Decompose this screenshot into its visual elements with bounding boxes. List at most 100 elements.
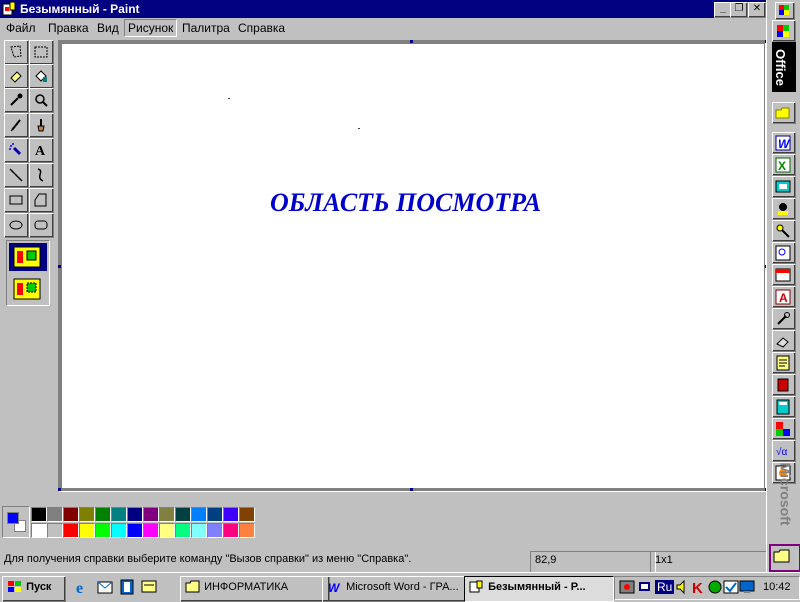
internet-explorer-icon[interactable]: e [74,578,92,596]
task-word[interactable]: W Microsoft Word - ГРА... [322,576,472,602]
office-home-button[interactable] [772,20,796,42]
palette-swatch[interactable] [63,523,79,538]
access-button[interactable]: A [772,286,796,308]
resize-handle[interactable] [410,488,413,491]
display-settings-icon[interactable] [739,579,755,595]
office-menu-button[interactable] [775,2,795,20]
foreground-color[interactable] [7,512,19,524]
palette-swatch[interactable] [79,507,95,522]
palette-swatch[interactable] [175,523,191,538]
palette-swatch[interactable] [223,507,239,522]
menu-view[interactable]: Вид [97,21,119,35]
palette-swatch[interactable] [239,507,255,522]
palette-swatch[interactable] [159,507,175,522]
powerpoint-button[interactable] [772,176,796,198]
word-button[interactable]: W [772,132,796,154]
tool-magnifier[interactable] [29,88,54,113]
resize-handle[interactable] [58,488,61,491]
palette-swatch[interactable] [95,507,111,522]
close-button[interactable]: ✕ [748,2,766,18]
palette-swatch[interactable] [143,523,159,538]
tool-brush[interactable] [29,113,54,138]
find-button[interactable] [772,242,796,264]
key-button[interactable] [772,220,796,242]
network-icon[interactable] [637,579,653,595]
tool-rectangle[interactable] [4,188,29,213]
palette-swatch[interactable] [31,507,47,522]
contacts-button[interactable] [772,198,796,220]
book-button[interactable] [772,374,796,396]
option-transparent[interactable] [9,275,47,303]
menu-help[interactable]: Справка [238,21,285,35]
excel-button[interactable]: X [772,154,796,176]
tool-pencil[interactable] [4,113,29,138]
open-document-button[interactable] [772,102,796,124]
start-button[interactable]: Пуск [2,576,66,602]
tool-ellipse[interactable] [4,213,29,238]
eraser-icon [10,71,22,83]
tool-fill[interactable] [29,64,54,89]
palette-swatch[interactable] [95,523,111,538]
palette-swatch[interactable] [159,523,175,538]
palette-swatch[interactable] [47,507,63,522]
palette-swatch[interactable] [111,523,127,538]
tool-rounded-rect[interactable] [29,213,54,238]
eraser-tool-button[interactable] [772,330,796,352]
task-informatika[interactable]: ИНФОРМАТИКА [180,576,330,602]
resize-handle[interactable] [410,40,413,43]
show-desktop-icon[interactable] [140,578,158,596]
tool-line[interactable] [4,163,29,188]
palette-swatch[interactable] [79,523,95,538]
task-scheduler-icon[interactable] [723,579,739,595]
tool-text[interactable]: A [29,138,54,163]
palette-swatch[interactable] [127,507,143,522]
palette-swatch[interactable] [127,523,143,538]
title-bar[interactable]: Безымянный - Paint _ ❐ ✕ [0,0,766,18]
language-indicator[interactable]: Ru [655,580,675,594]
calculator-button[interactable] [772,396,796,418]
palette-swatch[interactable] [191,523,207,538]
tool-color-picker[interactable] [4,88,29,113]
tool-curve[interactable] [29,163,54,188]
channels-icon[interactable] [118,578,136,596]
palette-swatch[interactable] [47,523,63,538]
menu-palette[interactable]: Палитра [182,21,230,35]
restore-button[interactable]: ❐ [730,2,748,18]
menu-edit[interactable]: Правка [48,21,89,35]
palette-swatch[interactable] [111,507,127,522]
tool-eraser[interactable] [4,64,29,89]
volume-icon[interactable] [675,579,691,595]
office-folder-button[interactable] [769,544,800,572]
equation-icon: √α [776,446,787,458]
palette-swatch[interactable] [63,507,79,522]
calendar-button[interactable] [772,264,796,286]
tool-polygon[interactable] [29,188,54,213]
task-paint[interactable]: Безымянный - Р... [464,576,614,602]
notes-button[interactable] [772,352,796,374]
shapes-button[interactable] [772,418,796,440]
equation-button[interactable]: √α [772,440,796,462]
palette-swatch[interactable] [191,507,207,522]
palette-swatch[interactable] [31,523,47,538]
tool-rect-select[interactable] [29,40,54,65]
palette-swatch[interactable] [175,507,191,522]
scheduler-icon[interactable] [619,579,635,595]
tool-free-select[interactable] [4,40,29,65]
system-monitor-icon[interactable] [707,579,723,595]
outlook-express-icon[interactable] [96,578,114,596]
current-colors[interactable] [2,506,30,538]
resize-handle[interactable] [58,265,61,268]
palette-swatch[interactable] [207,507,223,522]
menu-file[interactable]: Файл [6,21,36,35]
drawing-canvas[interactable]: ОБЛАСТЬ ПОСМОТРА [62,44,764,488]
antivirus-icon[interactable]: K [691,579,707,595]
option-opaque[interactable] [9,243,47,271]
clock[interactable]: 10:42 [763,581,791,593]
tools-button[interactable] [772,308,796,330]
palette-swatch[interactable] [239,523,255,538]
palette-swatch[interactable] [207,523,223,538]
palette-swatch[interactable] [143,507,159,522]
tool-airbrush[interactable] [4,138,29,163]
menu-image[interactable]: Рисунок [124,19,178,37]
palette-swatch[interactable] [223,523,239,538]
